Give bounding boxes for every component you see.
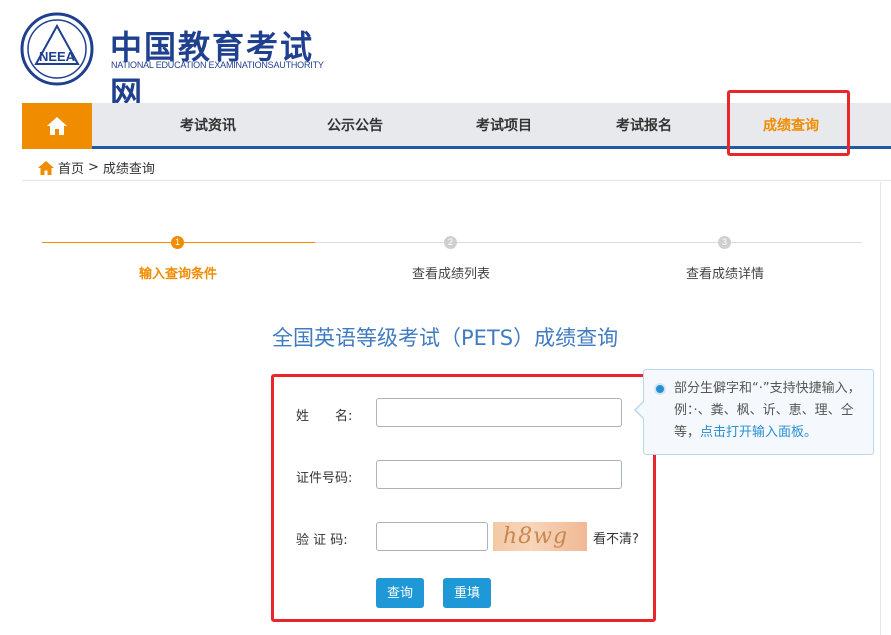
captcha-image[interactable]: h8wg: [493, 522, 587, 551]
tip-open-input-panel-link[interactable]: 点击打开输入面板。: [700, 425, 817, 440]
neea-emblem-icon: NEEA: [20, 12, 94, 86]
captcha-input[interactable]: [376, 522, 488, 551]
nav-item-announcements[interactable]: 公示公告: [327, 103, 383, 149]
name-input[interactable]: [376, 398, 622, 427]
input-tip-popover: 部分生僻字和“·”支持快捷输入，例：·、粪、枫、䜣、恵、理、仝等，点击打开输入面…: [634, 369, 874, 455]
logo-text: NEEA: [39, 49, 76, 64]
step-3-label: 查看成绩详情: [685, 267, 764, 282]
breadcrumb: 首页 > 成绩查询: [38, 158, 155, 177]
info-dot-icon: [654, 383, 666, 395]
step-progress-todo: [315, 242, 862, 243]
step-2-marker: 2: [444, 236, 457, 249]
submit-button[interactable]: 查询: [376, 578, 424, 608]
nav-item-registration[interactable]: 考试报名: [616, 103, 672, 149]
captcha-label: 验 证 码:: [296, 533, 348, 548]
nav-item-exam-news[interactable]: 考试资讯: [180, 103, 236, 149]
id-number-label: 证件号码:: [296, 471, 353, 486]
breadcrumb-separator: >: [88, 160, 99, 175]
captcha-refresh-link[interactable]: 看不清?: [593, 528, 639, 547]
home-icon: [47, 117, 67, 135]
nav-highlight-box: [727, 90, 850, 156]
id-number-input[interactable]: [376, 460, 622, 489]
form-title: 全国英语等级考试（PETS）成绩查询: [272, 326, 619, 350]
content-right-border: [880, 182, 881, 635]
nav-home-button[interactable]: [22, 103, 92, 149]
breadcrumb-home[interactable]: 首页: [58, 158, 84, 177]
home-icon: [38, 160, 54, 175]
step-1-marker: 1: [171, 236, 184, 249]
step-1-label: 输入查询条件: [138, 267, 217, 282]
name-label: 姓 名:: [296, 409, 353, 424]
reset-button[interactable]: 重填: [443, 578, 491, 608]
site-subtitle: NATIONAL EDUCATION EXAMINATIONSAUTHORITY: [111, 60, 324, 70]
breadcrumb-divider: [22, 180, 891, 181]
step-3-marker: 3: [718, 236, 731, 249]
nav-item-exam-projects[interactable]: 考试项目: [476, 103, 532, 149]
site-logo[interactable]: NEEA 中国教育考试网 NATIONAL EDUCATION EXAMINAT…: [18, 10, 338, 112]
step-2-label: 查看成绩列表: [411, 267, 490, 282]
breadcrumb-current: 成绩查询: [102, 162, 155, 177]
tip-arrow-inner: [636, 401, 645, 419]
